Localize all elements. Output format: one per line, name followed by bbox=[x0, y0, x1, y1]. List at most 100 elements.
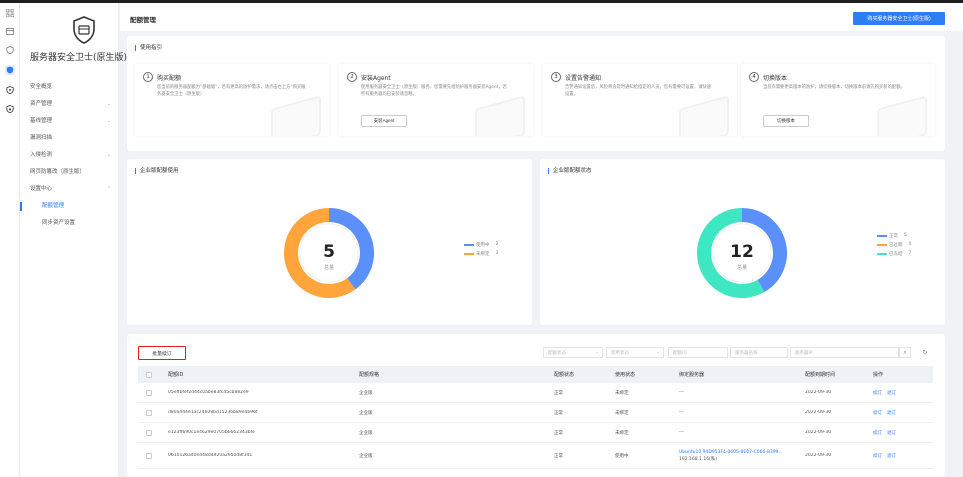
usage-donut-chart: 5 总量 bbox=[284, 208, 374, 298]
legend-swatch bbox=[877, 252, 887, 255]
renew-link[interactable]: 续订 bbox=[873, 390, 882, 396]
table-row: d80a444e1ac24608bd1523bb89e4b96f 企业版 正常 … bbox=[138, 403, 933, 423]
icon-rail bbox=[0, 3, 20, 477]
input-placeholder: 服务器名称 bbox=[735, 350, 758, 356]
legend-label: 正常 bbox=[889, 233, 898, 239]
sidebar-item-settings[interactable]: 设置中心 ⌃ bbox=[30, 181, 115, 198]
header-spec: 配额规格 bbox=[359, 372, 380, 378]
sidebar-item-vuln-scan[interactable]: 漏洞扫描 bbox=[30, 130, 115, 147]
product-logo-icon bbox=[73, 16, 95, 44]
switch-version-button[interactable]: 切换版本 bbox=[763, 115, 809, 127]
legend-value: 0 bbox=[908, 242, 912, 247]
sidebar-item-label: 漏洞扫描 bbox=[30, 135, 53, 141]
status-total: 12 bbox=[730, 242, 754, 262]
row-checkbox[interactable] bbox=[146, 429, 152, 436]
status-card-title: 企业版配额状态 bbox=[548, 168, 592, 174]
expire-cell: 2022-09-30 bbox=[805, 390, 832, 395]
header-server: 绑定服务器 bbox=[679, 372, 705, 378]
guide-step-alerts: 3 设置告警通知 告警通知设置后，风险将会及时通知给指定的人员，您有需要可设置，… bbox=[543, 64, 737, 136]
usage-total-label: 总量 bbox=[324, 264, 334, 271]
status-cell: 正常 bbox=[554, 390, 563, 396]
search-icon[interactable]: ⌕ bbox=[899, 347, 911, 358]
server-cell: --- bbox=[679, 430, 684, 435]
server-link[interactable]: Ubuntu10 94D953F4-0605-8E07-C066-8399... bbox=[679, 449, 801, 456]
renew-link[interactable]: 续订 bbox=[873, 430, 882, 436]
spec-cell: 企业版 bbox=[359, 410, 373, 416]
server-ip-input[interactable]: 服务器IP bbox=[790, 347, 899, 358]
install-agent-button[interactable]: 安装Agent bbox=[361, 115, 407, 127]
page-title: 配额管理 bbox=[130, 16, 156, 24]
status-cell: 正常 bbox=[554, 410, 563, 416]
expire-cell: 2022-09-30 bbox=[805, 410, 832, 415]
sidebar-item-quota[interactable]: 配额管理 bbox=[20, 198, 115, 215]
shield-active-icon[interactable] bbox=[5, 65, 15, 75]
buy-quota-button[interactable]: 购买服务器安全卫士(原生版) bbox=[853, 12, 945, 25]
refresh-icon[interactable]: ↻ bbox=[919, 347, 931, 358]
row-checkbox[interactable] bbox=[146, 452, 152, 459]
guide-step-switch-version: 4 切换版本 当您有需要更高版本的防护，请切换版本，切换版本前请先购买新的配额。… bbox=[741, 64, 935, 136]
usage-guide-card: 使用指引 1 购买配额 您当前的服务器配额为“基础版”，若有更高的防护需求，请点… bbox=[127, 36, 945, 151]
sidebar-item-label: 设置中心 bbox=[30, 186, 53, 192]
server-cell: Ubuntu10 94D953F4-0605-8E07-C066-8399...… bbox=[679, 449, 805, 463]
header-ops: 操作 bbox=[873, 372, 884, 378]
sidebar-item-baseline[interactable]: 基线管理 ⌄ bbox=[30, 113, 115, 130]
input-placeholder: 服务器IP bbox=[795, 350, 813, 356]
product-title: 服务器安全卫士(原生版) bbox=[30, 53, 128, 63]
box-icon[interactable] bbox=[5, 26, 15, 36]
renew-link[interactable]: 续订 bbox=[873, 453, 882, 459]
row-checkbox[interactable] bbox=[146, 409, 152, 416]
shield-lock-icon[interactable] bbox=[5, 104, 15, 114]
sidebar-item-label: 入侵检测 bbox=[30, 152, 53, 158]
page-header: 配额管理 购买服务器安全卫士(原生版) bbox=[120, 3, 963, 31]
use-status-cell: 未绑定 bbox=[615, 430, 629, 436]
legend-item: 已过期 0 bbox=[877, 240, 911, 249]
legend-swatch bbox=[877, 234, 887, 237]
quota-status-card: 企业版配额状态 12 总量 正常 5 已过期 0 已冻结 7 bbox=[540, 159, 945, 325]
unsubscribe-link[interactable]: 退订 bbox=[887, 390, 896, 396]
chevron-down-icon: ⌄ bbox=[106, 101, 111, 107]
status-cell: 正常 bbox=[554, 430, 563, 436]
server-cell: --- bbox=[679, 410, 684, 415]
sidebar-item-sync-assets[interactable]: 同步资产设置 bbox=[30, 215, 115, 232]
sidebar-item-intrusion[interactable]: 入侵检测 ⌄ bbox=[30, 147, 115, 164]
server-name-input[interactable]: 服务器名称 bbox=[730, 347, 788, 358]
expire-cell: 2022-09-30 bbox=[805, 453, 832, 458]
sidebar-item-assets[interactable]: 资产管理 ⌄ bbox=[30, 96, 115, 113]
input-placeholder: 配额ID bbox=[673, 350, 687, 356]
table-row: e123ff690c1e4629e0705b6662343bfe 企业版 正常 … bbox=[138, 423, 933, 443]
sidebar-item-label: 同步资产设置 bbox=[42, 220, 76, 226]
legend-swatch bbox=[877, 243, 887, 246]
sidebar-item-label: 安全概览 bbox=[30, 84, 53, 90]
sidebar-item-overview[interactable]: 安全概览 bbox=[30, 79, 115, 96]
row-checkbox[interactable] bbox=[146, 389, 152, 396]
legend-label: 使用中 bbox=[476, 242, 490, 248]
usage-total: 5 bbox=[323, 242, 335, 262]
quota-id-input[interactable]: 配额ID bbox=[668, 347, 728, 358]
use-status-cell: 未绑定 bbox=[615, 410, 629, 416]
unsubscribe-link[interactable]: 退订 bbox=[887, 430, 896, 436]
quota-id-cell: 0610126a40e448d4920a2950d8f341 bbox=[168, 453, 253, 458]
unsubscribe-link[interactable]: 退订 bbox=[887, 410, 896, 416]
unsubscribe-link[interactable]: 退订 bbox=[887, 453, 896, 459]
select-all-checkbox[interactable] bbox=[146, 371, 152, 378]
step-description: 您当前的服务器配额为“基础版”，若有更高的防护需求，请点击右上方“购买服务器安全… bbox=[157, 85, 306, 97]
quota-usage-card: 企业版配额使用 5 总量 使用中 2 未绑定 3 bbox=[127, 159, 532, 325]
shield-check-icon[interactable] bbox=[5, 45, 15, 55]
quota-status-select[interactable]: 配额状态 ⌄ bbox=[543, 347, 603, 358]
step-decoration bbox=[877, 95, 927, 136]
header-status: 配额状态 bbox=[554, 372, 575, 378]
batch-renew-button[interactable]: 批量续订 bbox=[138, 346, 186, 360]
legend-swatch bbox=[464, 243, 474, 246]
sidebar-item-web-tamper[interactable]: 网页防篡改（原生版） bbox=[30, 164, 115, 181]
server-ip: 192.168.1.16(私) bbox=[679, 456, 718, 462]
spec-cell: 企业版 bbox=[359, 390, 373, 396]
step-title: 购买配额 bbox=[157, 75, 182, 82]
shield-icon[interactable] bbox=[5, 85, 15, 95]
apps-icon[interactable] bbox=[5, 8, 15, 18]
legend-label: 已冻结 bbox=[889, 251, 903, 257]
renew-link[interactable]: 续订 bbox=[873, 410, 882, 416]
status-legend: 正常 5 已过期 0 已冻结 7 bbox=[877, 231, 911, 258]
step-title: 设置告警通知 bbox=[565, 75, 602, 82]
use-status-cell: 使用中 bbox=[615, 453, 629, 459]
use-status-select[interactable]: 使用状态 ⌄ bbox=[606, 347, 664, 358]
